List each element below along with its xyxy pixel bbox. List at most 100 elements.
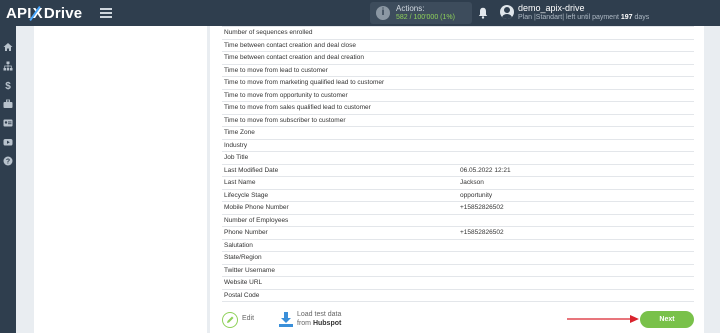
field-name: Mobile Phone Number — [222, 201, 458, 215]
actions-counter: i Actions: 582 / 100'000 (1%) — [370, 2, 472, 24]
sidebar: $ ? — [0, 26, 16, 333]
table-row: Time to move from marketing qualified le… — [222, 76, 694, 90]
table-row: Time to move from opportunity to custome… — [222, 89, 694, 102]
field-value — [458, 239, 694, 252]
table-row: Salutation — [222, 239, 694, 252]
field-value — [458, 76, 694, 90]
left-panel — [34, 26, 207, 333]
field-name: Industry — [222, 139, 458, 152]
plan-days: 197 — [620, 14, 633, 21]
plan-days-suffix: days — [632, 14, 650, 21]
field-value — [458, 289, 694, 302]
user-plan-info: Plan |Standart| left until payment 197 d… — [518, 14, 649, 21]
field-name: Phone Number — [222, 226, 458, 240]
field-value: +15852826502 — [458, 201, 694, 215]
table-row: Time between contact creation and deal c… — [222, 51, 694, 65]
field-name: Job Title — [222, 151, 458, 165]
download-icon[interactable] — [279, 312, 293, 328]
field-name: Time to move from subscriber to customer — [222, 114, 458, 127]
table-row: Time to move from sales qualified lead t… — [222, 101, 694, 115]
help-icon[interactable]: ? — [3, 156, 13, 166]
table-row: Time to move from lead to customer — [222, 64, 694, 77]
field-name: Time between contact creation and deal c… — [222, 39, 458, 52]
table-row: Website URL — [222, 276, 694, 290]
field-value — [458, 214, 694, 227]
actions-label: Actions: — [396, 4, 425, 13]
field-value: 06.05.2022 12:21 — [458, 164, 694, 177]
field-value: +15852826502 — [458, 226, 694, 240]
table-row: Last Name Jackson — [222, 176, 694, 190]
field-name: Time to move from lead to customer — [222, 64, 458, 77]
bell-icon[interactable] — [478, 7, 488, 19]
home-icon[interactable] — [3, 42, 13, 52]
field-value — [458, 151, 694, 165]
field-name: Number of Employees — [222, 214, 458, 227]
field-value — [458, 26, 694, 40]
table-row: Postal Code — [222, 289, 694, 302]
fields-table: Number of sequences enrolled Time between… — [222, 26, 694, 302]
field-name: Time between contact creation and deal c… — [222, 51, 458, 65]
logo-drive-text: Drive — [43, 4, 83, 22]
field-name: Time to move from opportunity to custome… — [222, 89, 458, 102]
table-row: Time Zone — [222, 126, 694, 140]
arrow-pointer-icon — [567, 315, 639, 323]
table-row: Job Title — [222, 151, 694, 165]
youtube-icon[interactable] — [3, 137, 13, 147]
field-name: Website URL — [222, 276, 458, 290]
field-name: Time to move from sales qualified lead t… — [222, 101, 458, 115]
table-row: State/Region — [222, 251, 694, 265]
pencil-icon — [227, 316, 234, 323]
field-value — [458, 101, 694, 115]
dollar-icon[interactable]: $ — [3, 80, 13, 90]
info-icon: i — [376, 6, 390, 20]
edit-label[interactable]: Edit — [242, 315, 254, 322]
field-value — [458, 64, 694, 77]
field-value — [458, 276, 694, 290]
table-row: Time between contact creation and deal c… — [222, 39, 694, 52]
field-value — [458, 51, 694, 65]
table-row: Lifecycle Stage opportunity — [222, 189, 694, 202]
field-value: Jackson — [458, 176, 694, 190]
field-name: Postal Code — [222, 289, 458, 302]
field-value — [458, 39, 694, 52]
sitemap-icon[interactable] — [3, 61, 13, 71]
table-row: Time to move from subscriber to customer — [222, 114, 694, 127]
briefcase-icon[interactable] — [3, 99, 13, 109]
load-test-data-label[interactable]: Load test data — [297, 311, 341, 318]
field-value: opportunity — [458, 189, 694, 202]
next-button[interactable]: Next — [640, 311, 694, 328]
field-name: Number of sequences enrolled — [222, 26, 458, 40]
load-source-label[interactable]: from Hubspot — [297, 320, 341, 327]
table-row: Number of sequences enrolled — [222, 26, 694, 40]
field-name: Twitter Username — [222, 264, 458, 277]
svg-text:$: $ — [5, 81, 11, 90]
field-name: Time Zone — [222, 126, 458, 140]
table-row: Phone Number +15852826502 — [222, 226, 694, 240]
logo-api-text: API — [6, 4, 32, 22]
apix-drive-logo[interactable]: API X Drive — [6, 4, 82, 22]
user-avatar-icon[interactable] — [500, 5, 514, 19]
id-card-icon[interactable] — [3, 118, 13, 128]
field-value — [458, 251, 694, 265]
field-value — [458, 126, 694, 140]
edit-button[interactable] — [222, 312, 238, 328]
field-name: State/Region — [222, 251, 458, 265]
table-row: Industry — [222, 139, 694, 152]
field-value — [458, 139, 694, 152]
load-source-prefix: from — [297, 320, 313, 327]
table-row: Twitter Username — [222, 264, 694, 277]
field-value — [458, 264, 694, 277]
logo-x-text: X — [32, 4, 43, 22]
field-name: Last Modified Date — [222, 164, 458, 177]
field-name: Lifecycle Stage — [222, 189, 458, 202]
hamburger-menu-icon[interactable] — [100, 8, 112, 18]
actions-value: 582 / 100'000 (1%) — [396, 14, 455, 21]
load-source-name: Hubspot — [312, 320, 342, 327]
top-bar: API X Drive i Actions: 582 / 100'000 (1%) … — [0, 0, 720, 26]
user-name[interactable]: demo_apix-drive — [518, 3, 585, 13]
field-value — [458, 114, 694, 127]
table-row: Number of Employees — [222, 214, 694, 227]
table-row: Last Modified Date 06.05.2022 12:21 — [222, 164, 694, 177]
field-value — [458, 89, 694, 102]
table-row: Mobile Phone Number +15852826502 — [222, 201, 694, 215]
